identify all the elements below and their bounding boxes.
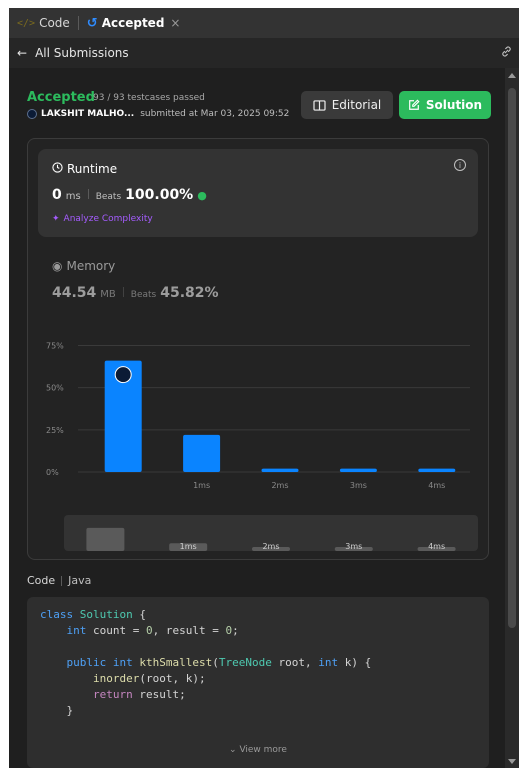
runtime-value: 0 <box>52 187 62 203</box>
tab-code-label: Code <box>39 16 70 30</box>
code-line: int count = 0, result = 0; <box>66 624 239 637</box>
tab-bar: </> Code ↺ Accepted × <box>9 8 519 38</box>
clock-icon <box>52 162 63 176</box>
code-section-label: Code Java <box>27 574 91 587</box>
runtime-card[interactable]: Runtime i 0 ms Beats 100.00% ● ✦ Analyze… <box>38 149 478 237</box>
x-tick-label: 2ms <box>271 481 288 490</box>
avatar[interactable] <box>27 109 37 119</box>
scroll-up-icon[interactable] <box>508 73 516 78</box>
runtime-unit: ms <box>65 191 81 202</box>
memory-title-text: Memory <box>66 259 116 273</box>
code-label: Code <box>27 574 56 587</box>
tab-accepted-label: Accepted <box>101 16 165 30</box>
divider <box>122 287 124 297</box>
editorial-label: Editorial <box>331 98 382 112</box>
runtime-distribution-chart[interactable]: 75% 50% 25% 0% 1ms 2ms 3ms 4ms <box>28 327 490 507</box>
submitter-info: LAKSHIT MALHO... submitted at Mar 03, 20… <box>27 109 289 119</box>
language-label: Java <box>68 574 92 587</box>
x-tick-label: 3ms <box>350 481 367 490</box>
runtime-values: 0 ms Beats 100.00% ● <box>52 187 207 203</box>
code-line: public int kthSmallest(TreeNode root, in… <box>66 656 372 669</box>
divider <box>87 189 89 199</box>
scrubber-label: 4ms <box>428 542 445 551</box>
chevrons-down-icon: ⌄ <box>229 745 237 755</box>
chart-bar[interactable] <box>418 468 456 472</box>
submission-subheader: ← All Submissions <box>9 38 519 68</box>
sparkle-icon: ✦ <box>52 214 60 224</box>
status-label: Accepted <box>27 90 95 105</box>
submission-content: Accepted 93 / 93 testcases passed LAKSHI… <box>9 68 505 768</box>
chart-bar[interactable] <box>261 468 299 472</box>
scrubber-label: 1ms <box>180 542 197 551</box>
y-tick-label: 50% <box>46 384 64 393</box>
tab-code[interactable]: </> Code <box>9 8 78 38</box>
celebration-icon: ● <box>197 189 207 202</box>
solution-button[interactable]: Solution <box>399 91 491 119</box>
submission-panel: </> Code ↺ Accepted × ← All Submissions … <box>9 8 519 768</box>
memory-chip-icon: ◉ <box>52 259 63 273</box>
x-tick-label: 1ms <box>193 481 210 490</box>
user-name[interactable]: LAKSHIT MALHO... <box>41 109 134 119</box>
view-more-label: View more <box>239 745 287 755</box>
scrubber-label: 2ms <box>262 542 279 551</box>
arrow-left-icon[interactable]: ← <box>17 46 27 60</box>
y-tick-label: 25% <box>46 426 64 435</box>
history-icon: ↺ <box>86 15 98 31</box>
code-line: } <box>40 704 74 717</box>
code-line: inorder(root, k); <box>92 672 206 685</box>
tab-accepted[interactable]: ↺ Accepted × <box>79 8 189 38</box>
y-tick-label: 75% <box>46 341 64 350</box>
close-tab-button[interactable]: × <box>170 16 180 30</box>
code-line: class Solution { <box>40 608 146 621</box>
analyze-complexity-button[interactable]: ✦ Analyze Complexity <box>52 214 153 224</box>
memory-beats-label: Beats <box>130 290 157 300</box>
chart-bar[interactable] <box>183 434 221 472</box>
code-icon: </> <box>17 17 36 29</box>
runtime-title: Runtime <box>52 162 117 176</box>
runtime-beats-label: Beats <box>95 192 122 202</box>
analyze-label: Analyze Complexity <box>63 214 153 224</box>
submitted-time: submitted at Mar 03, 2025 09:52 <box>140 109 290 119</box>
all-submissions-link[interactable]: All Submissions <box>35 46 129 60</box>
scrollbar-thumb[interactable] <box>508 88 516 628</box>
memory-values: 44.54 MB Beats 45.82% <box>52 285 219 301</box>
info-icon[interactable]: i <box>454 159 466 171</box>
divider <box>61 575 63 586</box>
memory-beats-value: 45.82% <box>160 285 219 301</box>
solution-label: Solution <box>425 98 483 112</box>
link-icon[interactable] <box>500 45 513 62</box>
chart-range-scrubber[interactable]: 1ms 2ms 3ms 4ms <box>64 515 478 551</box>
code-lines: class Solution { int count = 0, result =… <box>40 607 371 719</box>
view-more-button[interactable]: ⌄ View more <box>27 745 489 755</box>
y-tick-label: 0% <box>46 468 59 477</box>
memory-unit: MB <box>100 289 116 300</box>
user-avatar-marker <box>114 366 132 384</box>
runtime-title-text: Runtime <box>67 162 118 176</box>
memory-title[interactable]: ◉ Memory <box>52 259 115 273</box>
code-viewer[interactable]: class Solution { int count = 0, result =… <box>27 597 489 768</box>
edit-icon <box>409 99 420 110</box>
code-line: return result; <box>92 688 186 701</box>
testcases-count: 93 / 93 testcases passed <box>93 93 205 103</box>
scroll-down-icon[interactable] <box>508 759 516 764</box>
editorial-button[interactable]: Editorial <box>301 91 393 119</box>
chart-bar[interactable] <box>339 468 377 472</box>
x-tick-label: 4ms <box>428 481 445 490</box>
scrubber-label: 3ms <box>345 542 362 551</box>
scrubber-bar <box>86 527 125 551</box>
runtime-beats-value: 100.00% <box>125 187 194 203</box>
memory-value: 44.54 <box>52 285 97 301</box>
book-icon <box>313 99 326 111</box>
scrollbar[interactable] <box>505 68 519 768</box>
performance-card: Runtime i 0 ms Beats 100.00% ● ✦ Analyze… <box>27 138 489 560</box>
